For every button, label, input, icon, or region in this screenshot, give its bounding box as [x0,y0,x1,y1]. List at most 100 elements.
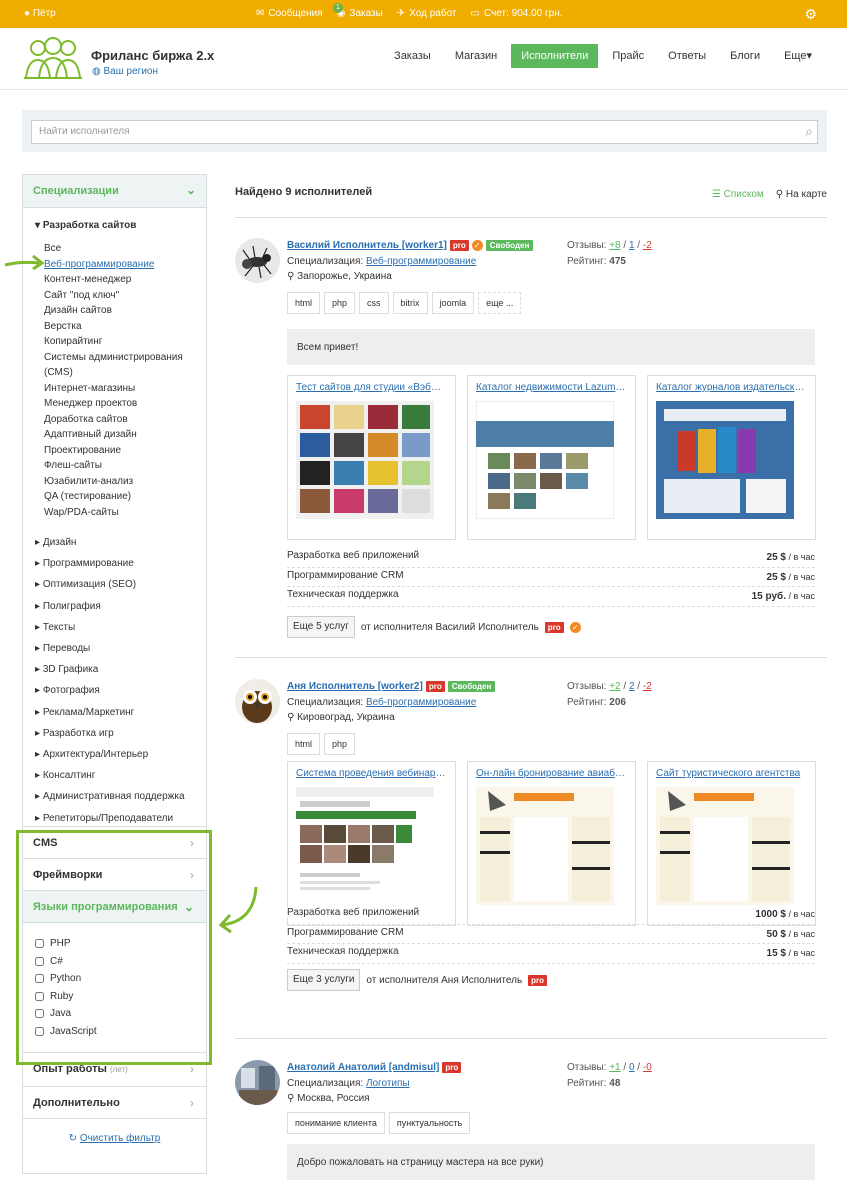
portfolio-item[interactable]: Система проведения вебинаров д... [287,761,456,926]
portfolio-item[interactable]: Каталог журналов издательского... [647,375,816,540]
orders-link[interactable]: ◉ Заказы [337,8,383,19]
skill-tag[interactable]: html [287,733,321,755]
freelancer-name-link[interactable]: Василий Исполнитель [worker1] [287,240,447,251]
skill-tag[interactable]: пунктуальность [388,1112,471,1134]
reviews-neutral[interactable]: 2 [629,681,635,692]
category-item[interactable]: ▸ 3D Графика [33,659,206,680]
sub-item[interactable]: Флеш-сайты [44,458,206,474]
sub-item[interactable]: Доработка сайтов [44,412,206,428]
portfolio-item[interactable]: Каталог недвижимости Lazumibe... [467,375,636,540]
skill-tag[interactable]: html [287,292,321,314]
sub-item[interactable]: Верстка [44,319,206,335]
skill-tag[interactable]: понимание клиента [287,1112,385,1134]
sub-item[interactable]: Контент-менеджер [44,272,206,288]
skill-tag[interactable]: bitrix [392,292,428,314]
sub-item[interactable]: QA (тестирование) [44,489,206,505]
more-services-button[interactable]: Еще 3 услуги [287,969,361,991]
portfolio-link[interactable]: Система проведения вебинаров д... [296,768,447,779]
portfolio-link[interactable]: Он-лайн бронирование авиабилет... [476,768,627,779]
reviews-negative[interactable]: -0 [643,1062,652,1073]
portfolio-link[interactable]: Каталог журналов издательского... [656,382,807,393]
more-services-button[interactable]: Еще 5 услуг [287,616,355,638]
sub-item[interactable]: Сайт "под ключ" [44,288,206,304]
portfolio-thumbnail[interactable] [296,401,434,519]
search-input[interactable]: Найти исполнителя ⌕ [31,120,818,144]
skill-tag[interactable]: joomla [431,292,475,314]
category-item[interactable]: ▸ Полиграфия [33,596,206,617]
skill-tag[interactable]: php [324,292,356,314]
category-item[interactable]: ▸ Разработка игр [33,723,206,744]
view-map-toggle[interactable]: ⚲ На карте [776,189,827,200]
portfolio-thumbnail[interactable] [476,787,614,905]
category-item[interactable]: ▸ Административная поддержка [33,786,206,807]
search-icon[interactable]: ⌕ [805,123,813,140]
clear-filter[interactable]: ↻ Очистить фильтр [23,1118,206,1158]
freelancer-name-link[interactable]: Аня Исполнитель [worker2] [287,681,423,692]
avatar[interactable] [235,238,280,283]
portfolio-thumbnail[interactable] [296,787,434,905]
sub-item[interactable]: Все [44,241,206,257]
nav-price[interactable]: Прайс [602,44,654,68]
sub-item[interactable]: Копирайтинг [44,334,206,350]
reviews-neutral[interactable]: 1 [629,240,635,251]
portfolio-item[interactable]: Он-лайн бронирование авиабилет... [467,761,636,926]
spec-link[interactable]: Логотипы [366,1078,410,1089]
skill-tag[interactable]: css [359,292,389,314]
view-list-toggle[interactable]: ☰ Списком [712,189,764,200]
gear-icon[interactable]: ⚙ [804,6,817,23]
logo-icon[interactable] [22,36,84,80]
progress-link[interactable]: ✈ Ход работ [397,8,457,19]
sub-item[interactable]: Проектирование [44,443,206,459]
category-item[interactable]: ▸ Фотография [33,680,206,701]
nav-orders[interactable]: Заказы [384,44,441,68]
reviews-neutral[interactable]: 0 [629,1062,635,1073]
reviews-negative[interactable]: -2 [643,681,652,692]
sub-item[interactable]: Интернет-магазины [44,381,206,397]
region-label[interactable]: Ваш регион [104,66,158,77]
reviews-positive[interactable]: +1 [609,1062,620,1073]
sub-item[interactable]: Юзабилити-анализ [44,474,206,490]
nav-blogs[interactable]: Блоги [720,44,770,68]
sub-item[interactable]: Адаптивный дизайн [44,427,206,443]
category-item[interactable]: ▸ Консалтинг [33,765,206,786]
category-web-dev[interactable]: ▾ Разработка сайтов [35,220,206,231]
more-tags[interactable]: еще ... [478,292,522,314]
sub-item[interactable]: Менеджер проектов [44,396,206,412]
nav-more[interactable]: Еще▾ [774,44,822,68]
messages-link[interactable]: ✉ Сообщения [256,8,323,19]
user-menu[interactable]: ● Пётр [24,8,56,19]
portfolio-link[interactable]: Сайт туристического агентства [656,768,807,779]
category-item[interactable]: ▸ Архитектура/Интерьер [33,744,206,765]
category-item[interactable]: ▸ Дизайн [33,532,206,553]
reviews-negative[interactable]: -2 [643,240,652,251]
portfolio-thumbnail[interactable] [656,787,794,905]
spec-link[interactable]: Веб-программирование [366,697,476,708]
avatar[interactable] [235,1060,280,1105]
sub-item[interactable]: Wap/PDA-сайты [44,505,206,521]
portfolio-thumbnail[interactable] [656,401,794,519]
sub-item-selected[interactable]: Веб-программирование [44,257,206,273]
portfolio-link[interactable]: Каталог недвижимости Lazumibe... [476,382,627,393]
freelancer-name-link[interactable]: Анатолий Анатолий [andmisul] [287,1062,439,1073]
nav-freelancers[interactable]: Исполнители [511,44,599,68]
reviews-positive[interactable]: +2 [609,681,620,692]
account-link[interactable]: ▭ Счет: 904.00 грн. [471,8,563,19]
portfolio-item[interactable]: Сайт туристического агентства [647,761,816,926]
region-link[interactable]: ◍ Ваш регион [92,66,158,77]
portfolio-thumbnail[interactable] [475,400,615,520]
category-item[interactable]: ▸ Тексты [33,617,206,638]
nav-answers[interactable]: Ответы [658,44,716,68]
clear-filter-link[interactable]: Очистить фильтр [80,1133,161,1144]
reviews-positive[interactable]: +8 [609,240,620,251]
skill-tag[interactable]: php [324,733,356,755]
additional-section[interactable]: Дополнительно › [23,1086,206,1118]
sub-item[interactable]: (CMS) [44,365,206,381]
nav-shop[interactable]: Магазин [445,44,507,68]
category-item[interactable]: ▸ Переводы [33,638,206,659]
portfolio-link[interactable]: Тест сайтов для студии «ВэбПре... [296,382,447,393]
portfolio-item[interactable]: Тест сайтов для студии «ВэбПре... [287,375,456,540]
category-item[interactable]: ▸ Программирование [33,553,206,574]
avatar[interactable] [235,679,280,724]
category-item[interactable]: ▸ Оптимизация (SEO) [33,574,206,595]
sub-item[interactable]: Системы администрирования [44,350,206,366]
